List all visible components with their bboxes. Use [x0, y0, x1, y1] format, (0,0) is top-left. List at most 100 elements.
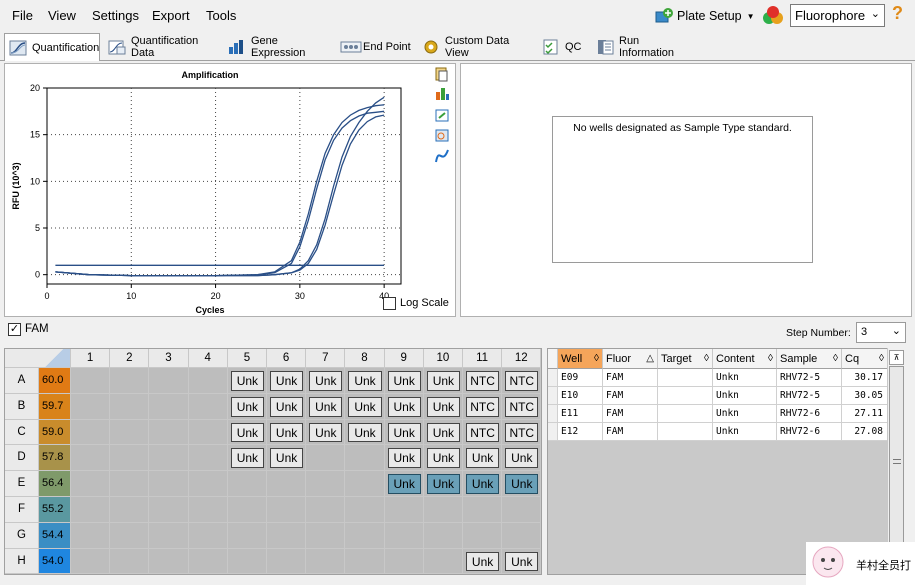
plate-well[interactable] [188, 471, 228, 497]
tab-quantification[interactable]: Quantification [4, 33, 100, 61]
table-cell[interactable]: E10 [558, 387, 603, 405]
table-cell[interactable]: E11 [558, 405, 603, 423]
table-cell[interactable]: Unkn [713, 387, 777, 405]
well-button[interactable]: Unk [270, 371, 304, 391]
plate-well[interactable] [227, 497, 267, 523]
table-cell[interactable] [658, 423, 713, 441]
plate-column-header[interactable]: 11 [463, 349, 503, 368]
plate-well[interactable] [502, 497, 542, 523]
table-cell[interactable]: RHV72-5 [777, 369, 842, 387]
plate-well[interactable] [345, 522, 385, 549]
plate-column-header[interactable]: 10 [423, 349, 463, 368]
plate-row-header[interactable]: G [5, 522, 39, 549]
plate-well[interactable] [149, 471, 189, 497]
plate-corner[interactable] [5, 349, 71, 368]
plate-column-header[interactable]: 7 [306, 349, 346, 368]
plate-well[interactable] [227, 471, 267, 497]
menu-view[interactable]: View [48, 8, 76, 23]
tab-custom-data-view[interactable]: Custom Data View [418, 34, 534, 60]
well-button[interactable]: Unk [348, 396, 382, 417]
plate-well[interactable] [188, 445, 228, 472]
plate-well[interactable] [149, 393, 189, 420]
table-cell[interactable]: 30.17 [842, 369, 888, 387]
plate-well[interactable] [188, 393, 228, 420]
plate-well[interactable] [71, 497, 111, 523]
table-cell[interactable]: FAM [603, 387, 658, 405]
well-button[interactable]: Unk [230, 448, 264, 469]
tab-gene-expression[interactable]: Gene Expression [224, 34, 330, 60]
plate-well[interactable] [267, 522, 307, 549]
plate-column-header[interactable]: 1 [71, 349, 111, 368]
plate-column-header[interactable]: 3 [149, 349, 189, 368]
plate-well[interactable] [149, 497, 189, 523]
plate-column-header[interactable]: 2 [110, 349, 150, 368]
well-button[interactable]: Unk [426, 371, 460, 391]
plate-well[interactable] [71, 393, 111, 420]
plate-setup-button[interactable]: Plate Setup ▼ [654, 4, 756, 28]
menu-file[interactable]: File [12, 8, 33, 23]
well-button[interactable]: Unk [426, 448, 460, 469]
plate-well[interactable] [188, 497, 228, 523]
plate-well[interactable] [463, 497, 503, 523]
plate-well[interactable] [423, 497, 463, 523]
well-button[interactable]: Unk [505, 551, 539, 572]
fluorophore-select[interactable]: Fluorophore ⌄ [790, 4, 885, 27]
plate-well[interactable] [110, 393, 150, 420]
table-cell[interactable]: FAM [603, 423, 658, 441]
plate-column-header[interactable]: 8 [345, 349, 385, 368]
well-button[interactable]: Unk [348, 371, 382, 391]
table-header-well[interactable]: Well ◊ [558, 349, 603, 369]
row-selector[interactable] [548, 423, 558, 441]
plate-well[interactable] [345, 548, 385, 575]
well-button[interactable]: Unk [505, 448, 539, 469]
well-button[interactable]: Unk [309, 422, 343, 443]
plate-row-header[interactable]: H [5, 548, 39, 575]
sort-icon[interactable]: ◊ [833, 349, 838, 369]
well-button[interactable]: Unk [387, 371, 421, 391]
plate-well[interactable] [188, 548, 228, 575]
plate-well[interactable] [188, 419, 228, 446]
row-selector[interactable] [548, 405, 558, 423]
table-header-sample[interactable]: Sample ◊ [777, 349, 842, 369]
table-select-all[interactable] [548, 349, 558, 369]
well-button[interactable]: Unk [466, 474, 500, 494]
well-button[interactable]: Unk [230, 396, 264, 417]
well-button[interactable]: Unk [270, 448, 304, 469]
plate-well[interactable] [384, 497, 424, 523]
plate-row-header[interactable]: C [5, 419, 39, 446]
plate-column-header[interactable]: 5 [227, 349, 267, 368]
well-button[interactable]: Unk [387, 396, 421, 417]
table-cell[interactable]: 27.08 [842, 423, 888, 441]
well-button[interactable]: NTC [505, 371, 539, 391]
plate-well[interactable] [110, 522, 150, 549]
table-cell[interactable] [658, 387, 713, 405]
scroll-thumb[interactable] [889, 366, 904, 556]
table-cell[interactable]: RHV72-6 [777, 405, 842, 423]
table-header-target[interactable]: Target ◊ [658, 349, 713, 369]
menu-tools[interactable]: Tools [206, 8, 236, 23]
well-button[interactable]: Unk [426, 474, 460, 494]
tab-quantification-data[interactable]: Quantification Data [104, 34, 220, 60]
well-button[interactable]: Unk [387, 448, 421, 469]
plate-well[interactable] [306, 548, 346, 575]
table-cell[interactable]: Unkn [713, 423, 777, 441]
plate-column-header[interactable]: 6 [267, 349, 307, 368]
plate-well[interactable] [149, 522, 189, 549]
table-cell[interactable]: 27.11 [842, 405, 888, 423]
plate-row-header[interactable]: E [5, 471, 39, 497]
plate-well[interactable] [149, 445, 189, 472]
well-button[interactable]: Unk [309, 371, 343, 391]
log-scale-checkbox[interactable] [383, 297, 396, 310]
plate-well[interactable] [188, 522, 228, 549]
plate-well[interactable] [306, 522, 346, 549]
well-button[interactable]: Unk [230, 422, 264, 443]
plate-well[interactable] [384, 522, 424, 549]
well-button[interactable]: NTC [505, 396, 539, 417]
table-cell[interactable]: E09 [558, 369, 603, 387]
table-header-fluor[interactable]: Fluor △ [603, 349, 658, 369]
well-button[interactable]: Unk [348, 422, 382, 443]
plate-well[interactable] [423, 548, 463, 575]
scroll-top-icon[interactable]: ⊼ [889, 350, 904, 365]
table-header-cq[interactable]: Cq ◊ [842, 349, 888, 369]
plate-well[interactable] [345, 445, 385, 472]
